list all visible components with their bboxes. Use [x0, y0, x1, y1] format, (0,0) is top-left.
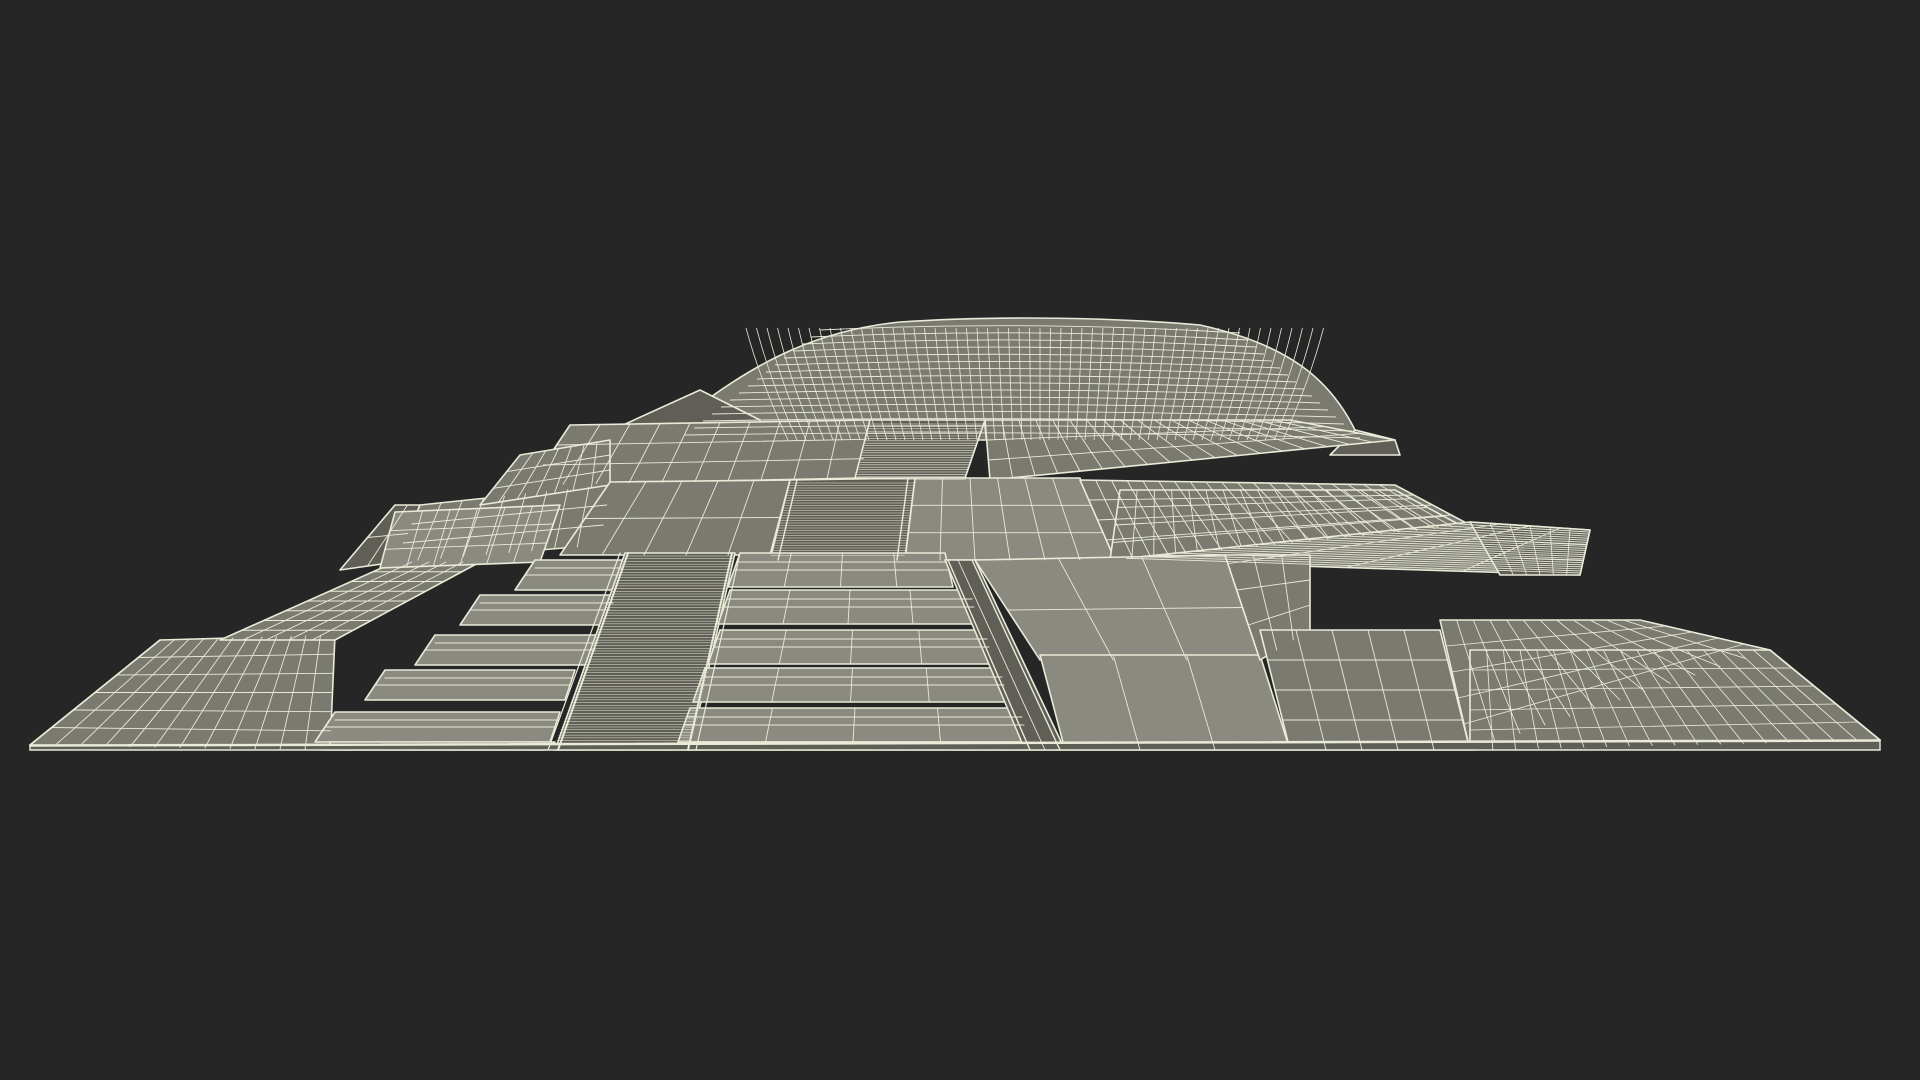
middle-tier-center: [904, 477, 1116, 561]
upper-tier-right: [984, 419, 1396, 481]
right-front-panel-lower: [1039, 654, 1291, 751]
pyramid-render: [29, 317, 1881, 751]
render-viewport: [0, 0, 1920, 1080]
